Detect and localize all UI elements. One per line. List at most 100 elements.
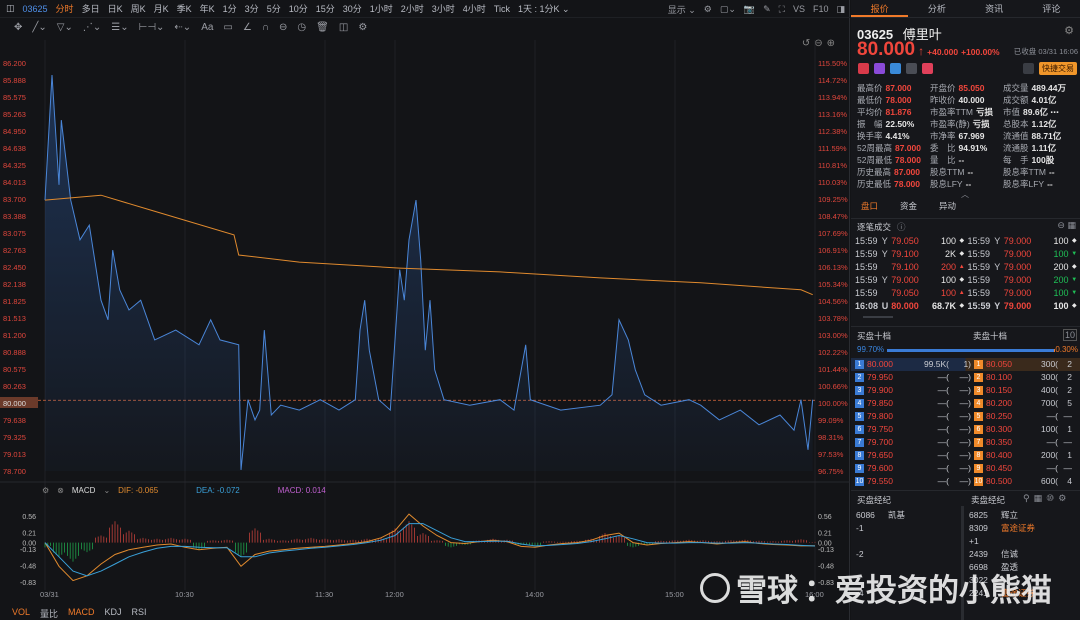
order-book-row[interactable]: 10 79.550 —(—) 10 80.500 600(4 — [851, 475, 1080, 488]
bid-level-badge: 9 — [855, 464, 864, 473]
trade-time: 15:59 — [967, 275, 991, 285]
broker-row[interactable]: -1 — [856, 522, 961, 535]
stats-grid: 最高价 87.000 开盘价 85.050 成交量 489.44万 最低价 78.000 昨收价… — [857, 82, 1077, 190]
quote-tab[interactable]: 分析 — [908, 0, 965, 17]
order-book-row[interactable]: 8 79.650 —(—) 8 80.400 200(1 — [851, 449, 1080, 462]
price-axis-label: 83.075 — [3, 229, 26, 238]
bid-level-badge: 3 — [855, 386, 864, 395]
quick-trade-button[interactable]: 快捷交易 — [1039, 62, 1077, 75]
order-subtab[interactable]: 资金 — [900, 200, 917, 212]
indicator-tab[interactable]: MACD — [68, 607, 95, 620]
broker-row[interactable]: 8309 富途证券 — [969, 522, 1074, 535]
order-subtab[interactable]: 异动 — [939, 200, 956, 212]
intraday-chart[interactable]: 86.200 115.50% 85.888 114.72% 85.575 113.94% 8… — [0, 0, 850, 620]
grid-icon[interactable] — [906, 63, 917, 74]
pct-axis-label: 110.81% — [818, 161, 847, 170]
bell-icon[interactable] — [1023, 63, 1034, 74]
scrollbar[interactable] — [863, 316, 893, 318]
stat-value: -- — [1047, 179, 1053, 189]
dif-value: DIF: -0.065 — [118, 486, 159, 495]
trade-volume: 200 — [941, 262, 957, 272]
stat-label: 市盈率(静) — [930, 119, 970, 129]
person-icon[interactable]: ⚲ — [1023, 493, 1034, 503]
ask-orders: — — [1063, 463, 1073, 473]
trade-flag — [994, 287, 1004, 300]
macd-axis-label-right: -0.13 — [818, 547, 834, 554]
bid-price: 79.650 — [867, 450, 893, 460]
up-arrow-icon: ↑ — [918, 44, 925, 58]
stat-value: -- — [958, 155, 965, 165]
broker-row[interactable]: 6086 凯基 — [856, 509, 961, 522]
broker-name: 凯基 — [888, 510, 906, 520]
grid-view-icon[interactable]: ▦ — [1067, 220, 1076, 230]
ask-volume: 100( — [1040, 424, 1058, 434]
collapse-chevron-icon[interactable]: ︿ — [961, 189, 969, 200]
hk-flag-icon[interactable] — [858, 63, 869, 74]
trade-volume: 200 — [1053, 275, 1069, 285]
indicator-tab[interactable]: RSI — [132, 607, 147, 620]
bid-ratio: 99.70% — [857, 345, 885, 354]
watermark: 雪球 ：爱投资的小熊猫 — [700, 565, 1052, 610]
chevron-down-icon[interactable]: ⌄ — [103, 486, 110, 495]
trade-price: 79.100 — [891, 262, 919, 272]
indicator-tab[interactable]: KDJ — [105, 607, 122, 620]
close-icon[interactable]: ⊗ — [57, 486, 64, 495]
bid-level-badge: 2 — [855, 373, 864, 382]
broker-row[interactable] — [856, 535, 961, 548]
settings-icon[interactable]: ⚙ — [1064, 24, 1074, 37]
macd-indicator-select[interactable]: MACD — [72, 486, 96, 495]
stat-value: 4.01亿 — [1031, 95, 1057, 105]
order-book-row[interactable]: 2 79.950 —(—) 2 80.100 300(2 — [851, 371, 1080, 384]
depth-10-icon[interactable]: 10 — [1062, 329, 1077, 341]
stat-value: 94.91% — [958, 143, 988, 153]
ask-level-badge: 6 — [974, 425, 983, 434]
ask-volume: 300( — [1040, 359, 1058, 369]
order-book-row[interactable]: 5 79.800 —(—) 5 80.250 —(— — [851, 410, 1080, 423]
broker-row[interactable]: 6825 辉立 — [969, 509, 1074, 522]
favorite-heart-icon[interactable] — [922, 63, 933, 74]
broker-row[interactable]: 2439 信诚 — [969, 548, 1074, 561]
quote-tab[interactable]: 评论 — [1023, 0, 1080, 17]
stat-label: 总股本 — [1003, 119, 1029, 129]
quote-tab[interactable]: 资讯 — [966, 0, 1023, 17]
order-book-row[interactable]: 1 80.000 99.5K(1) 1 80.050 300(2 — [851, 358, 1080, 371]
quote-tab[interactable]: 报价 — [851, 0, 909, 17]
stat-value: 489.44万 — [1031, 83, 1067, 93]
grid-view-icon[interactable]: ▦ — [1034, 493, 1047, 503]
order-book-row[interactable]: 6 79.750 —(—) 6 80.300 100(1 — [851, 423, 1080, 436]
bid-price: 79.900 — [867, 385, 893, 395]
stat-label: 流通股 — [1003, 143, 1029, 153]
trade-row: 15:59 Y 79.100 2K ◆ 15:59 79.000 100 ▼ — [851, 248, 1080, 261]
order-book-row[interactable]: 9 79.600 —(—) 9 80.450 —(— — [851, 462, 1080, 475]
tag-icon[interactable] — [890, 63, 901, 74]
stat-cell: 股息TTM -- — [930, 166, 1003, 178]
pct-axis-label: 108.47% — [818, 212, 848, 221]
bid-price: 80.000 — [867, 359, 893, 369]
order-subtab[interactable]: 盘口 — [861, 200, 878, 212]
settings-icon[interactable]: ⚙ — [42, 486, 49, 495]
depth-10-icon[interactable]: ⑩ — [1046, 493, 1058, 503]
price-axis-label: 81.200 — [3, 331, 26, 340]
settings-icon[interactable]: ⚙ — [1058, 493, 1070, 503]
stat-value: 78.000 — [885, 95, 912, 105]
order-book-row[interactable]: 4 79.850 —(—) 4 80.200 700(5 — [851, 397, 1080, 410]
info-icon[interactable]: ⓘ — [897, 221, 906, 233]
ask-orders: 1 — [1067, 450, 1072, 460]
ask-price: 80.150 — [986, 385, 1012, 395]
order-book-row[interactable]: 3 79.900 —(—) 3 80.150 400(2 — [851, 384, 1080, 397]
trade-time: 15:59 — [967, 288, 991, 298]
stock-connect-icon[interactable] — [874, 63, 885, 74]
broker-row[interactable]: -2 — [856, 548, 961, 561]
ask-ratio: 0.30% — [1055, 345, 1078, 354]
stat-cell: 历史最高 87.000 — [857, 166, 930, 178]
pct-axis-label: 100.66% — [818, 382, 848, 391]
indicator-tab[interactable]: VOL — [12, 607, 30, 620]
minus-icon[interactable]: ⊖ — [1057, 220, 1065, 230]
trades-header: 逐笔成交 ⓘ — [857, 221, 906, 233]
broker-row[interactable]: +1 — [969, 535, 1074, 548]
indicator-tab[interactable]: 量比 — [40, 607, 58, 620]
order-book-row[interactable]: 7 79.700 —(—) 7 80.350 —(— — [851, 436, 1080, 449]
pct-axis-label: 103.00% — [818, 331, 848, 340]
stat-label: 股息率TTM — [1003, 167, 1046, 177]
price-axis-label: 80.000 — [3, 399, 26, 408]
